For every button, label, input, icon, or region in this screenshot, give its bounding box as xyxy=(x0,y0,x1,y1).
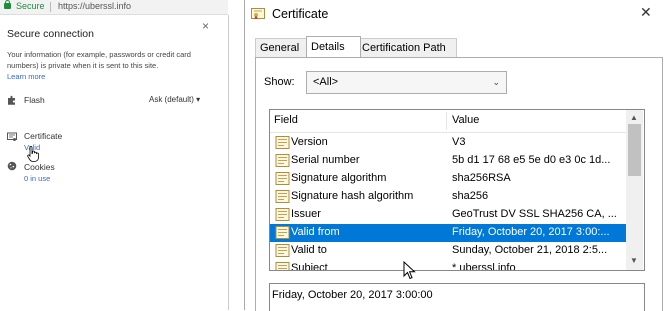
show-select-value: <All> xyxy=(313,76,339,88)
chevron-down-icon: ⌄ xyxy=(492,77,500,87)
flash-permission-select[interactable]: Ask (default) ▾ xyxy=(149,95,200,104)
field-name-cell: Signature algorithm xyxy=(291,172,387,184)
omnibox-separator xyxy=(50,2,51,12)
vertical-scrollbar[interactable]: ▲ ▼ xyxy=(626,110,643,270)
table-row[interactable]: Valid from Friday, October 20, 2017 3:00:… xyxy=(270,224,626,242)
field-name-cell: Valid to xyxy=(291,244,327,256)
scroll-down-arrow-icon[interactable]: ▼ xyxy=(630,256,638,265)
field-name-cell: Version xyxy=(291,136,328,148)
learn-more-link[interactable]: Learn more xyxy=(7,72,45,81)
field-name-cell: Valid from xyxy=(291,226,340,238)
window-close-button[interactable]: ✕ xyxy=(640,4,652,21)
flash-permission-value: Ask (default) xyxy=(149,95,194,104)
table-row[interactable]: Subject * uberssl.info xyxy=(270,260,626,271)
field-value-cell: Sunday, October 21, 2018 2:5... xyxy=(452,244,608,256)
certificate-field-icon xyxy=(275,190,290,203)
field-value-cell: 5b d1 17 68 e5 5e d0 e3 0c 1d... xyxy=(452,154,611,166)
show-select[interactable]: <All> ⌄ xyxy=(306,71,507,94)
field-value-cell: * uberssl.info xyxy=(452,262,516,271)
flash-label: Flash xyxy=(24,95,45,105)
field-value-cell: sha256 xyxy=(452,190,489,202)
tab-general[interactable]: General xyxy=(255,38,307,57)
certificate-dialog: Certificate ✕ General Certification Path… xyxy=(244,0,664,311)
secure-connection-title: Secure connection xyxy=(7,28,94,40)
lock-icon xyxy=(4,0,11,9)
field-value-cell: V3 xyxy=(452,136,466,148)
table-row[interactable]: Version V3 xyxy=(270,134,626,152)
site-info-popup: × Secure connection Your information (fo… xyxy=(0,15,229,310)
certificate-field-icon xyxy=(275,154,290,167)
scroll-up-arrow-icon[interactable]: ▲ xyxy=(630,113,638,122)
tab-details[interactable]: Details xyxy=(306,36,361,58)
certificate-field-icon xyxy=(275,136,290,149)
cookies-in-use-link[interactable]: 0 in use xyxy=(24,174,50,183)
certificate-icon xyxy=(7,132,17,141)
field-value-cell: Friday, October 20, 2017 3:00:... xyxy=(452,226,610,238)
certificate-icon xyxy=(251,8,265,20)
secure-connection-description-text: Your information (for example, passwords… xyxy=(7,50,191,70)
cookies-label: Cookies xyxy=(24,162,55,172)
arrow-cursor-icon xyxy=(403,261,416,280)
field-value-list[interactable]: Field Value Version V3 Serial number 5b d1 … xyxy=(269,109,645,271)
column-header-field[interactable]: Field xyxy=(274,114,298,126)
show-label: Show: xyxy=(264,76,295,88)
column-divider[interactable] xyxy=(446,112,447,130)
omnibox[interactable]: Secure https://uberssl.info xyxy=(0,0,228,15)
secure-label[interactable]: Secure xyxy=(16,1,45,11)
field-name-cell: Signature hash algorithm xyxy=(291,190,414,202)
tab-certification-path[interactable]: Certification Path xyxy=(357,38,457,57)
field-name-cell: Serial number xyxy=(291,154,360,166)
certificate-label: Certificate xyxy=(24,131,63,141)
table-row[interactable]: Signature hash algorithm sha256 xyxy=(270,188,626,206)
hand-pointer-cursor-icon xyxy=(27,146,39,162)
scrollbar-thumb[interactable] xyxy=(628,124,641,176)
field-detail-textbox[interactable]: Friday, October 20, 2017 3:00:00 xyxy=(269,283,645,311)
list-header: Field Value xyxy=(270,110,626,133)
certificate-field-icon xyxy=(275,244,290,257)
certificate-field-icon xyxy=(275,226,290,239)
field-detail-text: Friday, October 20, 2017 3:00:00 xyxy=(272,289,433,301)
puzzle-icon xyxy=(8,95,15,105)
cookie-icon xyxy=(7,161,17,171)
popup-close-button[interactable]: × xyxy=(202,19,209,33)
certificate-field-icon xyxy=(275,172,290,185)
certificate-field-icon xyxy=(275,262,290,270)
field-name-cell: Subject xyxy=(291,262,328,271)
field-value-cell: GeoTrust DV SSL SHA256 CA, ... xyxy=(452,208,617,220)
field-name-cell: Issuer xyxy=(291,208,321,220)
chevron-down-icon: ▾ xyxy=(196,95,201,104)
secure-connection-description: Your information (for example, passwords… xyxy=(7,49,202,82)
table-row[interactable]: Valid to Sunday, October 21, 2018 2:5... xyxy=(270,242,626,260)
column-header-value[interactable]: Value xyxy=(452,114,479,126)
dialog-title: Certificate xyxy=(272,7,329,21)
table-row[interactable]: Serial number 5b d1 17 68 e5 5e d0 e3 0c … xyxy=(270,152,626,170)
table-row[interactable]: Issuer GeoTrust DV SSL SHA256 CA, ... xyxy=(270,206,626,224)
url-text[interactable]: https://uberssl.info xyxy=(58,1,131,11)
field-value-cell: sha256RSA xyxy=(452,172,511,184)
table-row[interactable]: Signature algorithm sha256RSA xyxy=(270,170,626,188)
certificate-field-icon xyxy=(275,208,290,221)
